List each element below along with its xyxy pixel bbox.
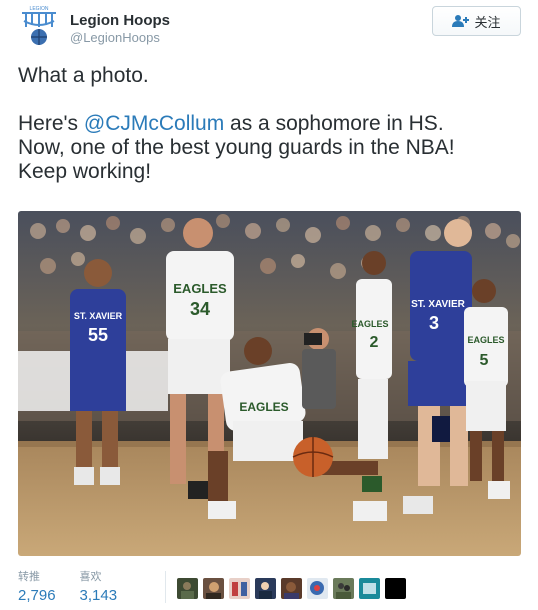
jersey-number-mid-right: 2 (370, 334, 379, 351)
stats-divider (165, 571, 166, 603)
likers-avatars (177, 578, 411, 599)
likes-count[interactable]: 3,143 (80, 586, 118, 605)
liker-avatar[interactable] (307, 578, 328, 599)
tweet-line-2: Here's @CJMcCollum as a sophomore in HS. (18, 112, 523, 136)
retweets-label: 转推 (18, 571, 40, 583)
likes-stat[interactable]: 喜欢 3,143 (80, 571, 118, 610)
retweets-count[interactable]: 2,796 (18, 586, 56, 605)
avatar[interactable]: LEGION (17, 3, 61, 47)
liker-avatar[interactable] (385, 578, 406, 599)
tweet-card: LEGION Legion Hoops @LegionHoops 关注 What… (0, 0, 538, 610)
add-user-icon (452, 15, 470, 27)
jersey-number-right: 3 (429, 313, 439, 333)
tweet-line-3: Now, one of the best young guards in the… (18, 136, 455, 159)
jersey-text-far-right: EAGLES (467, 335, 504, 345)
jersey-text-left: ST. XAVIER (74, 311, 123, 321)
mention-link[interactable]: @CJMcCollum (84, 112, 224, 135)
tweet-stats: 转推 2,796 喜欢 3,143 (18, 571, 141, 610)
logo-text: LEGION (30, 6, 49, 12)
follow-label: 关注 (474, 14, 501, 30)
jersey-text-center: EAGLES (173, 281, 227, 296)
user-handle[interactable]: @LegionHoops (70, 30, 160, 45)
tweet-line-2-prefix: Here's (18, 112, 84, 135)
liker-avatar[interactable] (281, 578, 302, 599)
liker-avatar[interactable] (359, 578, 380, 599)
jersey-text-mid-right: EAGLES (351, 319, 388, 329)
tweet-line-1: What a photo. (18, 64, 149, 87)
user-display-name[interactable]: Legion Hoops (70, 12, 170, 29)
jersey-number-left: 55 (88, 325, 108, 345)
legion-hoops-logo-icon: LEGION (22, 6, 56, 45)
liker-avatar[interactable] (333, 578, 354, 599)
jersey-number-center: 34 (190, 299, 210, 319)
jersey-number-far-right: 5 (480, 352, 489, 369)
jersey-text-right: ST. XAVIER (411, 299, 465, 310)
liker-avatar[interactable] (177, 578, 198, 599)
liker-avatar[interactable] (229, 578, 250, 599)
tweet-line-4: Keep working! (18, 160, 152, 183)
tweet-text: What a photo. Here's @CJMcCollum as a so… (18, 64, 523, 184)
liker-avatar[interactable] (255, 578, 276, 599)
retweets-stat[interactable]: 转推 2,796 (18, 571, 56, 610)
tweet-line-2-suffix: as a sophomore in HS. (224, 112, 444, 135)
jersey-text-crouch: EAGLES (239, 400, 288, 414)
likes-label: 喜欢 (79, 571, 102, 583)
liker-avatar[interactable] (203, 578, 224, 599)
tweet-photo[interactable]: ST. XAVIER 55 EAGLES 34 EAGLES ST. XAVIE… (18, 211, 521, 556)
follow-button[interactable]: 关注 (432, 6, 521, 36)
basketball-game-photo: ST. XAVIER 55 EAGLES 34 EAGLES ST. XAVIE… (18, 211, 521, 556)
